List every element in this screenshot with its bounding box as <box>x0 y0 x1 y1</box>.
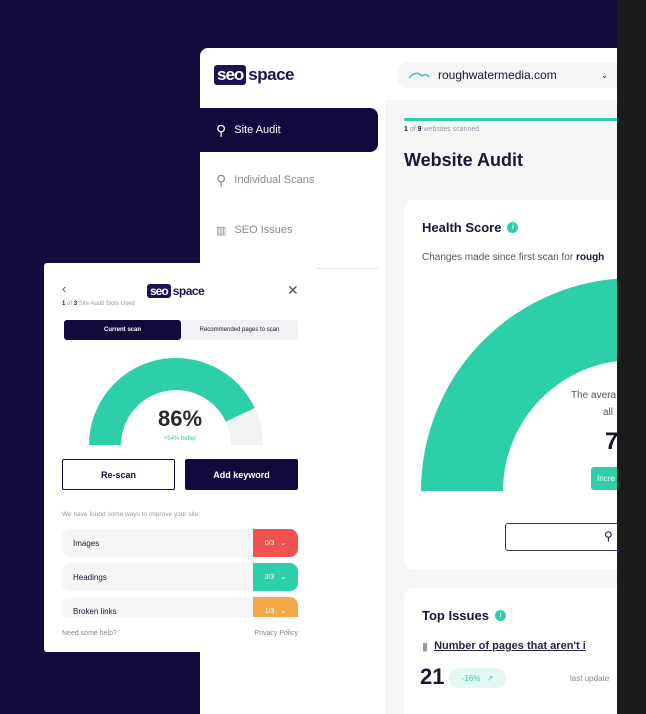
search-icon: ⚲ <box>216 171 227 188</box>
sidebar-item-site-audit[interactable]: ⚲ Site Audit <box>200 108 378 152</box>
health-score-card: Health Score i Changes made since first s… <box>404 200 617 570</box>
logo-text: space <box>248 65 294 84</box>
issue-row-broken-links[interactable]: Broken links 1/3 ⌄ <box>62 597 298 617</box>
issue-row[interactable]: ▮ Number of pages that aren't i <box>422 640 586 653</box>
average-text-2: all <box>603 407 614 418</box>
score-value: 86% <box>157 406 203 431</box>
logo-box: seo <box>214 65 247 85</box>
bar-chart-icon: ▥ <box>216 224 227 237</box>
privacy-link[interactable]: Privacy Policy <box>254 630 298 637</box>
average-value: 7 <box>605 428 617 455</box>
top-issues-card: Top Issues i ▮ Number of pages that aren't… <box>404 588 617 714</box>
scan-progress-bar <box>404 118 617 121</box>
chevron-down-icon: ⌄ <box>600 69 609 80</box>
chevron-down-icon: ⌄ <box>280 574 287 581</box>
document-icon: ▮ <box>422 641 429 653</box>
issue-count: 21 <box>420 664 445 689</box>
last-updated: last update <box>570 674 610 683</box>
extension-popup: ‹ seo space ✕ 1 of 3 Site Audit Slots Use… <box>44 263 304 652</box>
info-icon[interactable]: i <box>494 610 506 621</box>
divider <box>316 268 378 269</box>
logo[interactable]: seo space <box>214 65 294 85</box>
gauge-arc <box>421 278 617 491</box>
wave-icon <box>408 72 430 79</box>
main-content: 1 of 9 websites scanned Website Audit He… <box>385 100 617 714</box>
add-keyword-button[interactable]: Add keyword <box>185 459 298 490</box>
issue-link[interactable]: Number of pages that aren't i <box>434 640 586 653</box>
search-check-icon: ⚲ <box>604 529 613 543</box>
sidebar-item-individual-scans[interactable]: ⚲ Individual Scans <box>200 158 378 202</box>
scan-progress-text: 1 of 9 websites scanned <box>404 126 480 133</box>
found-text: We have found some ways to improve your … <box>62 511 201 518</box>
domain-select[interactable]: roughwatermedia.com ⌄ <box>398 62 617 88</box>
score-change: +54% better <box>163 436 197 442</box>
top-issues-title: Top Issues <box>422 608 489 623</box>
chevron-down-icon: ⌄ <box>280 608 287 615</box>
help-link[interactable]: Need some help? <box>62 630 117 637</box>
issue-row-headings[interactable]: Headings 3/3 ⌄ <box>62 563 298 591</box>
issue-row-images[interactable]: Images 0/3 ⌄ <box>62 529 298 557</box>
change-badge: -16% ↗ <box>449 668 506 688</box>
sidebar-item-label: Individual Scans <box>234 174 315 186</box>
chevron-down-icon: ⌄ <box>280 540 287 547</box>
increase-button[interactable]: Incre <box>591 467 617 490</box>
sidebar-item-label: Site Audit <box>234 124 281 136</box>
search-icon: ⚲ <box>216 121 227 138</box>
average-text: The avera <box>571 390 617 401</box>
sidebar-item-label: SEO Issues <box>234 224 293 236</box>
page-title: Website Audit <box>404 150 524 170</box>
health-gauge <box>421 278 617 491</box>
black-edge <box>617 0 646 714</box>
score-gauge <box>89 358 263 445</box>
scan-button[interactable]: ⚲ <box>505 523 617 551</box>
domain-name: roughwatermedia.com <box>438 68 557 82</box>
rescan-button[interactable]: Re-scan <box>62 459 175 490</box>
arrow-up-right-icon: ↗ <box>486 673 494 683</box>
sidebar-item-seo-issues[interactable]: ▥ SEO Issues <box>200 208 378 252</box>
